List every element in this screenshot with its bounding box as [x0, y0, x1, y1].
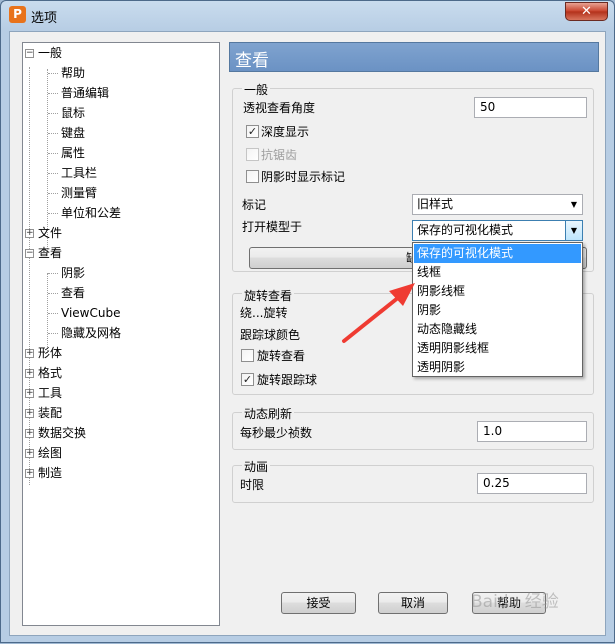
annotation-arrow-icon — [342, 283, 415, 343]
options-window: P 选项 ✕ − 一般 帮助 普通编辑 鼠标 键盘 属性 工具栏 测量臂 单位和… — [0, 0, 615, 643]
